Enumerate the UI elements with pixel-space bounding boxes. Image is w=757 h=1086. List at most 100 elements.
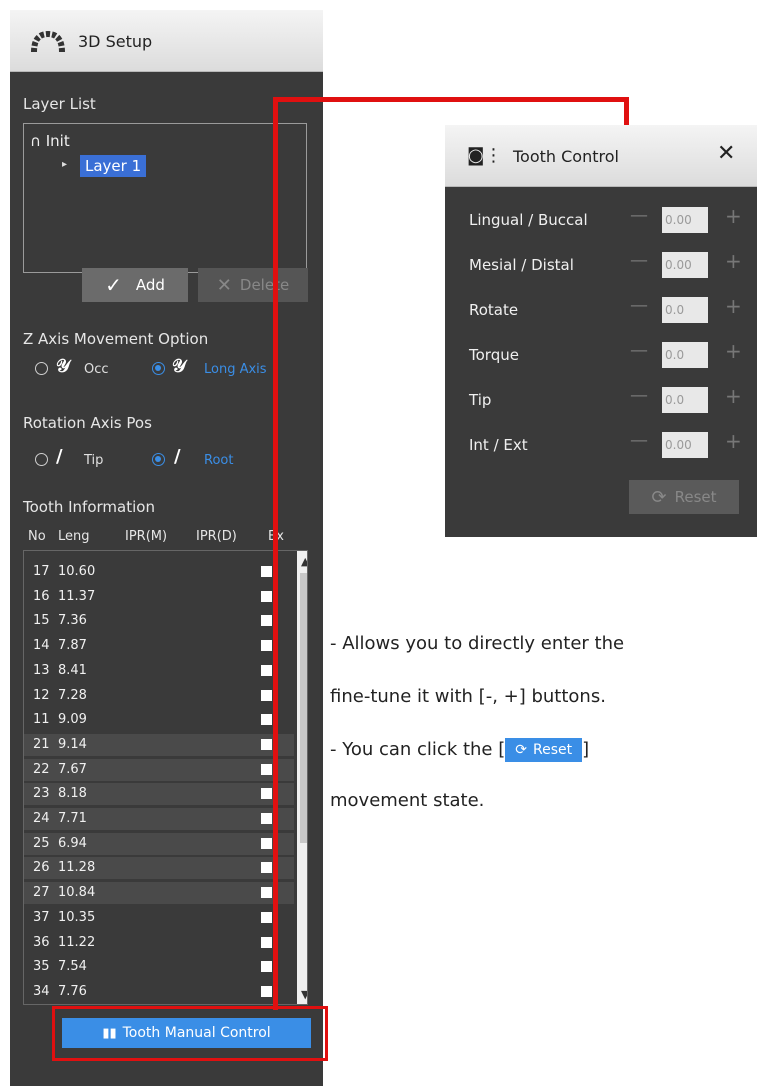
tooth-length: 11.28 <box>58 860 96 876</box>
extraction-checkbox[interactable] <box>261 566 272 577</box>
extraction-checkbox[interactable] <box>261 813 272 824</box>
z-axis-label: Z Axis Movement Option <box>23 330 209 348</box>
decrement-button[interactable]: — <box>630 250 648 271</box>
extraction-checkbox[interactable] <box>261 985 272 997</box>
extraction-checkbox[interactable] <box>261 911 272 923</box>
z-long-axis-label: Long Axis <box>204 362 267 377</box>
extraction-checkbox[interactable] <box>261 714 272 726</box>
z-occ-radio[interactable] <box>35 362 48 375</box>
desc-line-2: fine-tune it with [-, +] buttons. <box>330 686 606 707</box>
extraction-checkbox[interactable] <box>261 615 272 627</box>
tooth-length: 9.14 <box>58 736 87 752</box>
tooth-number: 37 <box>33 909 50 925</box>
extraction-checkbox[interactable] <box>261 788 272 800</box>
reset-button[interactable]: ⟳ Reset <box>629 480 739 514</box>
table-row[interactable]: 37 10.35 <box>24 907 294 929</box>
col-ipr-d: IPR(D) <box>196 529 237 544</box>
table-row[interactable]: 14 7.87 <box>24 635 294 657</box>
table-row[interactable]: 23 8.18 <box>24 783 294 806</box>
table-row[interactable]: 17 10.60 <box>24 561 294 583</box>
extraction-checkbox[interactable] <box>261 862 272 874</box>
table-scrollbar[interactable]: ▲ ▼ <box>297 551 307 1004</box>
panel-title: 3D Setup <box>78 32 153 51</box>
tooth-tip-icon: / <box>56 446 63 467</box>
value-input[interactable]: 0.0 <box>662 297 708 323</box>
increment-button[interactable]: + <box>725 429 742 453</box>
extraction-checkbox[interactable] <box>261 590 272 602</box>
table-row[interactable]: 21 9.14 <box>24 733 294 756</box>
table-row[interactable]: 35 7.54 <box>24 956 294 978</box>
connector-horizontal <box>273 97 629 102</box>
increment-button[interactable]: + <box>725 249 742 273</box>
table-row[interactable]: 16 11.37 <box>24 586 294 608</box>
extraction-checkbox[interactable] <box>261 837 272 849</box>
increment-button[interactable]: + <box>725 204 742 228</box>
tooth-length: 7.87 <box>58 638 87 654</box>
decrement-button[interactable]: — <box>630 295 648 316</box>
extraction-checkbox[interactable] <box>261 936 272 948</box>
value-input[interactable]: 0.00 <box>662 207 708 233</box>
close-icon[interactable]: ✕ <box>717 141 735 166</box>
tooth-length: 11.22 <box>58 934 96 950</box>
connector-vertical-left <box>273 97 278 1010</box>
tooth-length: 7.67 <box>58 761 87 777</box>
table-row[interactable]: 26 11.28 <box>24 857 294 880</box>
increment-button[interactable]: + <box>725 384 742 408</box>
refresh-icon: ⟳ <box>651 486 667 508</box>
tooth-number: 22 <box>33 761 50 777</box>
increment-button[interactable]: + <box>725 339 742 363</box>
decrement-button[interactable]: — <box>630 205 648 226</box>
value-input[interactable]: 0.0 <box>662 387 708 413</box>
control-label: Mesial / Distal <box>469 256 574 274</box>
extraction-checkbox[interactable] <box>261 640 272 652</box>
chevron-up-icon[interactable]: ▲ <box>301 555 307 568</box>
tooth-number: 34 <box>33 983 50 999</box>
value-input[interactable]: 0.0 <box>662 342 708 368</box>
layer-item-selected[interactable]: Layer 1 <box>80 155 147 177</box>
decrement-button[interactable]: — <box>630 430 648 451</box>
table-row[interactable]: 34 7.76 <box>24 981 294 1003</box>
table-row[interactable]: 12 7.28 <box>24 685 294 707</box>
add-label: Add <box>135 276 165 294</box>
extraction-checkbox[interactable] <box>261 738 272 750</box>
scroll-thumb[interactable] <box>300 573 307 843</box>
rot-root-radio[interactable] <box>152 453 165 466</box>
tooth-number: 24 <box>33 811 50 826</box>
reset-label: Reset <box>674 488 717 506</box>
tooth-length: 8.18 <box>58 786 87 802</box>
table-row[interactable]: 11 9.09 <box>24 709 294 731</box>
table-row[interactable]: 22 7.67 <box>24 758 294 781</box>
delete-label: Delete <box>239 276 290 294</box>
extraction-checkbox[interactable] <box>261 763 272 775</box>
add-layer-button[interactable]: ✓ Add <box>82 268 188 302</box>
table-row[interactable]: 13 8.41 <box>24 660 294 682</box>
z-long-axis-radio[interactable] <box>152 362 165 375</box>
extraction-checkbox[interactable] <box>261 664 272 676</box>
chevron-down-icon[interactable]: ▼ <box>301 988 307 1001</box>
layer-list: ∩ Init ▸ Layer 1 <box>23 123 307 273</box>
table-row[interactable]: 15 7.36 <box>24 610 294 632</box>
value-input[interactable]: 0.00 <box>662 432 708 458</box>
dental-arch-icon <box>31 30 65 53</box>
extraction-checkbox[interactable] <box>261 887 272 899</box>
dialog-title: Tooth Control <box>513 147 619 166</box>
table-row[interactable]: 25 6.94 <box>24 832 294 855</box>
control-label: Rotate <box>469 301 519 319</box>
extraction-checkbox[interactable] <box>261 689 272 701</box>
table-row[interactable]: 24 7.71 <box>24 808 294 830</box>
increment-button[interactable]: + <box>725 294 742 318</box>
layer-root[interactable]: ∩ Init <box>30 132 70 150</box>
table-row[interactable]: 27 10.84 <box>24 882 294 905</box>
tooth-number: 21 <box>33 736 50 752</box>
extraction-checkbox[interactable] <box>261 961 272 973</box>
table-row[interactable]: 36 11.22 <box>24 932 294 954</box>
delete-layer-button[interactable]: ✕ Delete <box>198 268 308 302</box>
tooth-number: 12 <box>33 687 50 703</box>
layer-list-label: Layer List <box>23 95 96 113</box>
tooth-table: 17 10.60 16 11.37 15 7.36 14 7.87 13 8.41 12 7.28 11… <box>23 550 308 1005</box>
decrement-button[interactable]: — <box>630 340 648 361</box>
rot-tip-radio[interactable] <box>35 453 48 466</box>
decrement-button[interactable]: — <box>630 385 648 406</box>
value-input[interactable]: 0.00 <box>662 252 708 278</box>
desc-line-4: movement state. <box>330 790 485 811</box>
